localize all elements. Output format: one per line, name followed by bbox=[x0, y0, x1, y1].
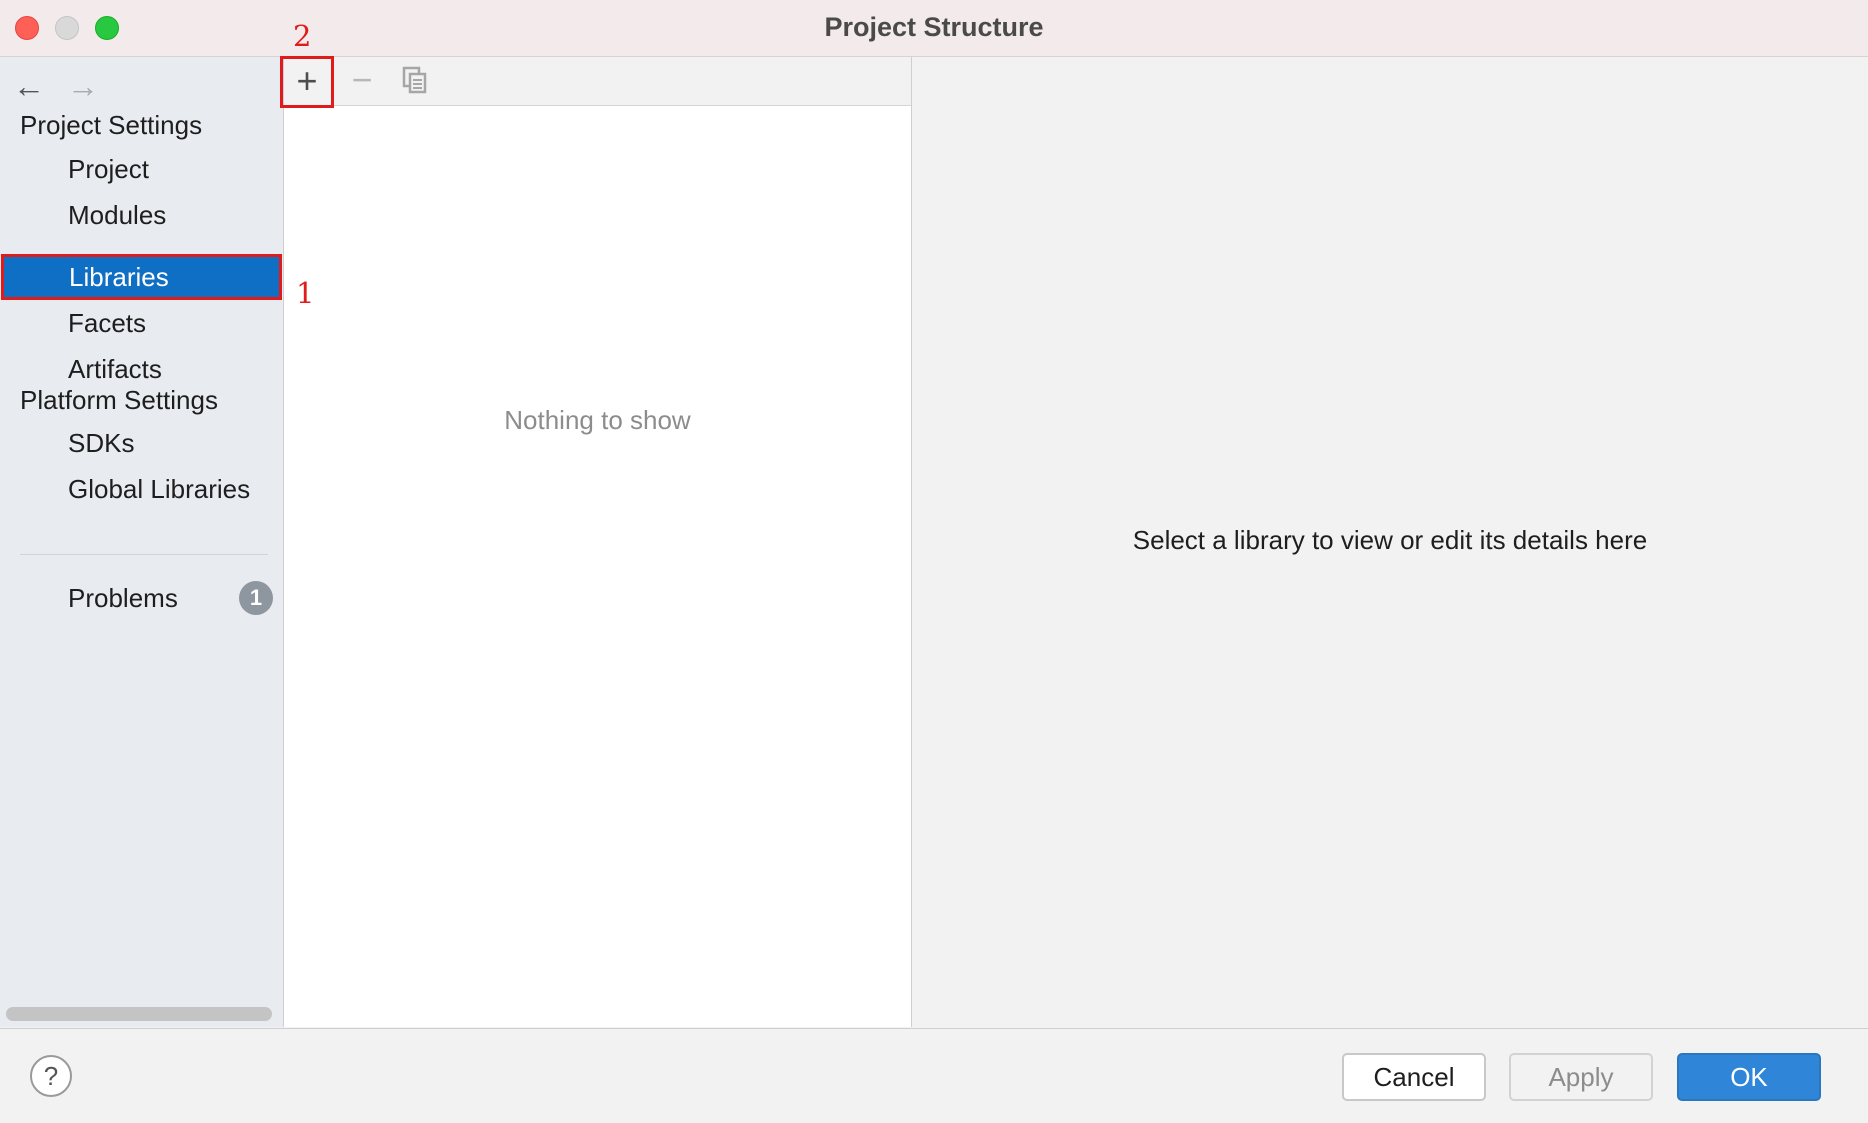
section-header-platform-settings: Platform Settings bbox=[20, 385, 218, 415]
libraries-list-panel: + − Nothing to show bbox=[280, 56, 912, 1027]
section-header-project-settings: Project Settings bbox=[20, 110, 203, 140]
empty-list-message: Nothing to show bbox=[504, 405, 691, 435]
sidebar-horizontal-scrollbar[interactable] bbox=[6, 1007, 272, 1021]
sidebar-item-modules[interactable]: Modules bbox=[0, 192, 283, 238]
ok-button[interactable]: OK bbox=[1677, 1053, 1821, 1101]
apply-button[interactable]: Apply bbox=[1509, 1053, 1653, 1101]
project-structure-window: Project Structure ← → Project Settings P… bbox=[0, 0, 1868, 1123]
list-toolbar: + − bbox=[280, 56, 911, 108]
sidebar-item-label: Facets bbox=[68, 308, 147, 338]
window-title: Project Structure bbox=[824, 12, 1044, 42]
sidebar-item-sdks[interactable]: SDKs bbox=[0, 420, 283, 466]
sidebar-item-project[interactable]: Project bbox=[0, 146, 283, 192]
cancel-button[interactable]: Cancel bbox=[1342, 1053, 1486, 1101]
sidebar-item-global-libraries[interactable]: Global Libraries bbox=[0, 466, 283, 512]
sidebar-item-label: Libraries bbox=[69, 262, 169, 292]
sidebar-item-label: Artifacts bbox=[68, 354, 162, 384]
sidebar-item-facets[interactable]: Facets bbox=[0, 300, 283, 346]
annotation-step-1: 1 bbox=[296, 276, 315, 310]
library-details-panel: Select a library to view or edit its det… bbox=[912, 57, 1868, 1027]
copy-icon bbox=[402, 66, 427, 94]
minus-icon: − bbox=[351, 59, 373, 100]
dialog-footer: ? Cancel Apply OK bbox=[0, 1028, 1868, 1123]
arrow-left-icon[interactable]: ← bbox=[12, 69, 46, 103]
sidebar-item-label: SDKs bbox=[68, 428, 135, 458]
sidebar-item-libraries[interactable]: Libraries bbox=[1, 254, 282, 300]
plus-icon: + bbox=[296, 60, 318, 101]
sidebar: ← → Project Settings Project Modules Lib… bbox=[0, 57, 284, 1027]
problems-count-badge: 1 bbox=[239, 581, 273, 615]
remove-library-button[interactable]: − bbox=[338, 57, 386, 105]
sidebar-divider bbox=[20, 554, 268, 555]
details-placeholder-message: Select a library to view or edit its det… bbox=[1132, 525, 1648, 555]
copy-library-button[interactable] bbox=[391, 57, 439, 105]
annotation-step-2: 2 bbox=[293, 19, 312, 53]
title-bar: Project Structure bbox=[0, 0, 1868, 57]
arrow-right-icon[interactable]: → bbox=[66, 69, 100, 103]
sidebar-item-label: Project bbox=[68, 154, 149, 184]
sidebar-item-label: Problems bbox=[68, 583, 178, 613]
help-button[interactable]: ? bbox=[30, 1055, 72, 1097]
sidebar-item-label: Global Libraries bbox=[68, 474, 251, 504]
sidebar-item-problems[interactable]: Problems 1 bbox=[0, 575, 283, 621]
sidebar-item-label: Modules bbox=[68, 200, 167, 230]
add-library-button[interactable]: + bbox=[280, 56, 334, 108]
question-mark-icon: ? bbox=[43, 1061, 59, 1091]
